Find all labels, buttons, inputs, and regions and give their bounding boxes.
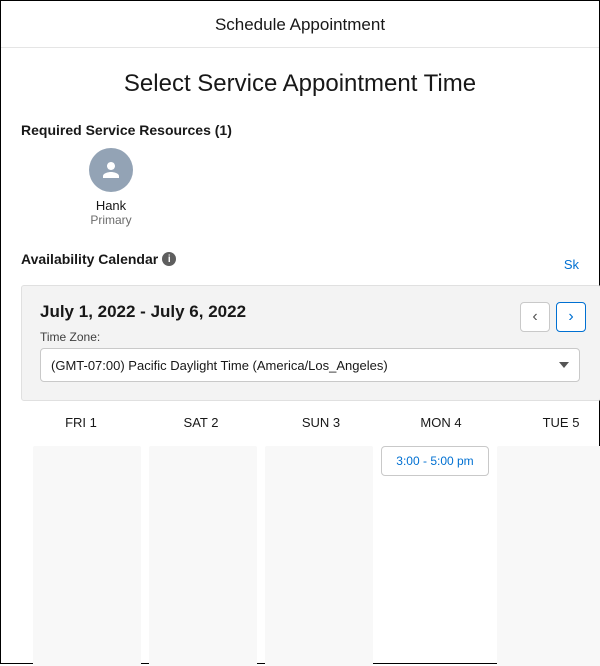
- timezone-value: (GMT-07:00) Pacific Daylight Time (Ameri…: [51, 358, 388, 373]
- availability-header-row: Availability Calendar i Sk: [21, 251, 579, 277]
- page-header: Schedule Appointment: [1, 1, 599, 48]
- day-header: SAT 2: [141, 415, 261, 430]
- empty-slot-area: [497, 446, 600, 666]
- day-column: [497, 446, 600, 666]
- chevron-down-icon: [559, 362, 569, 368]
- page-subtitle: Select Service Appointment Time: [21, 70, 579, 98]
- date-navigation: ‹ ›: [520, 302, 586, 332]
- calendar-area: July 1, 2022 - July 6, 2022 Time Zone: (…: [1, 285, 599, 666]
- info-icon[interactable]: i: [162, 252, 176, 266]
- availability-label: Availability Calendar i: [21, 251, 176, 267]
- previous-button[interactable]: ‹: [520, 302, 550, 332]
- timezone-select[interactable]: (GMT-07:00) Pacific Daylight Time (Ameri…: [40, 348, 580, 382]
- page-title: Schedule Appointment: [215, 15, 385, 34]
- main-content: Select Service Appointment Time Required…: [1, 48, 599, 666]
- person-icon: [99, 158, 123, 182]
- day-header: MON 4: [381, 415, 501, 430]
- day-column: [149, 446, 257, 666]
- day-column: [265, 446, 373, 666]
- next-button[interactable]: ›: [556, 302, 586, 332]
- calendar-toolbar: July 1, 2022 - July 6, 2022 Time Zone: (…: [21, 285, 600, 401]
- day-column: [33, 446, 141, 666]
- resource-item: Hank Primary: [51, 148, 171, 227]
- resource-role: Primary: [90, 213, 131, 227]
- slots-row: 3:00 - 5:00 pm: [21, 440, 600, 666]
- date-range: July 1, 2022 - July 6, 2022: [40, 302, 582, 322]
- empty-slot-area: [33, 446, 141, 666]
- empty-slot-area: [149, 446, 257, 666]
- chevron-right-icon: ›: [568, 308, 573, 326]
- resource-name: Hank: [96, 198, 126, 213]
- day-column: 3:00 - 5:00 pm: [381, 446, 489, 666]
- skip-link[interactable]: Sk: [564, 257, 579, 272]
- time-slot-button[interactable]: 3:00 - 5:00 pm: [381, 446, 489, 476]
- timezone-label: Time Zone:: [40, 330, 582, 344]
- day-header: FRI 1: [21, 415, 141, 430]
- day-header: SUN 3: [261, 415, 381, 430]
- chevron-left-icon: ‹: [532, 308, 537, 326]
- avatar: [89, 148, 133, 192]
- empty-slot-area: [265, 446, 373, 666]
- day-headers: FRI 1 SAT 2 SUN 3 MON 4 TUE 5: [21, 401, 600, 440]
- availability-label-text: Availability Calendar: [21, 251, 158, 267]
- day-header: TUE 5: [501, 415, 600, 430]
- resources-section: Required Service Resources (1) Hank Prim…: [21, 122, 579, 227]
- resources-label: Required Service Resources (1): [21, 122, 579, 138]
